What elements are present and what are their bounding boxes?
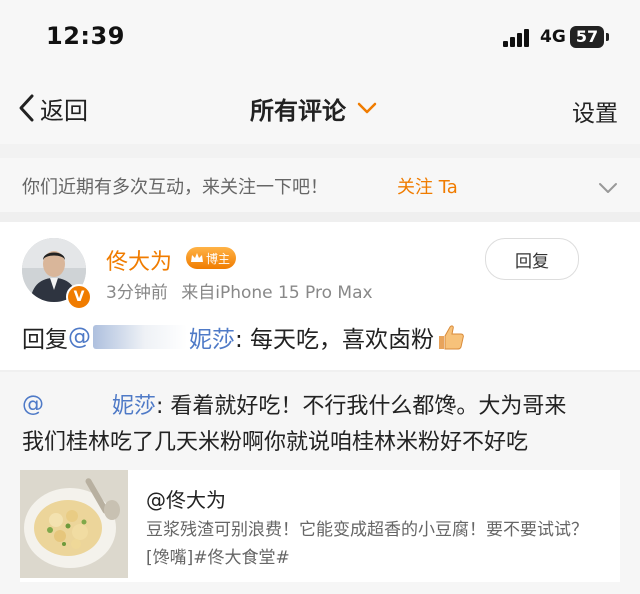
comment-filter-dropdown[interactable]: 所有评论 xyxy=(250,90,378,126)
blogger-badge: 博主 xyxy=(186,247,237,269)
status-time: 12:39 xyxy=(46,22,125,50)
reply-button[interactable]: 回复 xyxy=(485,238,579,280)
mention-link[interactable]: 妮莎 xyxy=(112,388,156,420)
mention-at[interactable]: @ xyxy=(68,324,91,350)
original-post-card[interactable]: @佟大为 豆浆残渣可别浪费！它能变成超香的小豆腐！要不要试试？[馋嘴]#佟大食堂… xyxy=(20,470,620,582)
comment-item: V 佟大为 博主 3分钟前 来自iPhone 15 Pro Max 回复 回复 … xyxy=(0,222,640,370)
back-button[interactable]: 返回 xyxy=(16,90,88,126)
chevron-left-icon xyxy=(19,94,34,122)
comment-text: : 每天吃，喜欢卤粉 xyxy=(235,327,435,353)
redacted-name xyxy=(44,393,112,415)
follow-prompt: 你们近期有多次互动，来关注一下吧！ 关注 Ta xyxy=(0,158,640,212)
back-label: 返回 xyxy=(40,96,88,125)
battery-tip xyxy=(606,33,609,41)
post-thumbnail xyxy=(20,470,128,578)
mention-at[interactable]: @ xyxy=(22,392,44,417)
comment-username[interactable]: 佟大为 xyxy=(106,244,172,276)
comment-time: 3分钟前 xyxy=(106,283,168,303)
chevron-down-icon xyxy=(357,102,377,114)
original-post-author[interactable]: @佟大为 xyxy=(146,484,226,513)
mention-link[interactable]: 妮莎 xyxy=(189,320,235,354)
comment-source: 来自iPhone 15 Pro Max xyxy=(181,283,373,303)
chevron-down-icon[interactable] xyxy=(597,182,619,194)
comment-meta: 3分钟前 来自iPhone 15 Pro Max xyxy=(106,278,373,303)
verified-badge: V xyxy=(66,284,92,310)
tofu-dish-image xyxy=(20,470,128,578)
crown-icon xyxy=(191,253,203,262)
settings-button[interactable]: 设置 xyxy=(572,94,618,128)
nav-bar: 返回 所有评论 设置 xyxy=(0,72,640,144)
network-type: 4G xyxy=(540,27,566,47)
quoted-text-line-1: @ 妮莎 : 看着就好吃！不行我什么都馋。大为哥来 xyxy=(22,388,566,420)
blogger-badge-label: 博主 xyxy=(206,251,231,266)
signal-icon xyxy=(503,29,533,47)
status-bar: 12:39 4G 57 xyxy=(0,0,640,72)
battery-icon: 57 xyxy=(570,26,604,48)
quoted-text-line-2: 我们桂林吃了几天米粉啊你就说咱桂林米粉好不好吃 xyxy=(22,430,529,455)
divider xyxy=(0,144,640,158)
comments-screen: 12:39 4G 57 返回 所有评论 设置 你们近期有多次互动，来关注一下吧！… xyxy=(0,0,640,594)
follow-button[interactable]: 关注 Ta xyxy=(397,173,458,199)
comment-body: 回复 @ 妮莎 : 每天吃，喜欢卤粉 xyxy=(22,320,466,354)
comment-reply-prefix: 回复 xyxy=(22,327,68,353)
page-title: 所有评论 xyxy=(250,96,346,125)
follow-prompt-text: 你们近期有多次互动，来关注一下吧！ xyxy=(22,177,328,198)
redacted-name xyxy=(93,325,187,349)
quoted-comment: @ 妮莎 : 看着就好吃！不行我什么都馋。大为哥来 我们桂林吃了几天米粉啊你就说… xyxy=(0,372,640,594)
quoted-text: : 看着就好吃！不行我什么都馋。大为哥来 xyxy=(156,394,567,419)
original-post-text: 豆浆残渣可别浪费！它能变成超香的小豆腐！要不要试试？[馋嘴]#佟大食堂# xyxy=(146,516,606,572)
divider xyxy=(0,212,640,222)
topic-link[interactable]: #佟大食堂# xyxy=(193,548,290,568)
thumbs-up-icon xyxy=(439,325,464,350)
